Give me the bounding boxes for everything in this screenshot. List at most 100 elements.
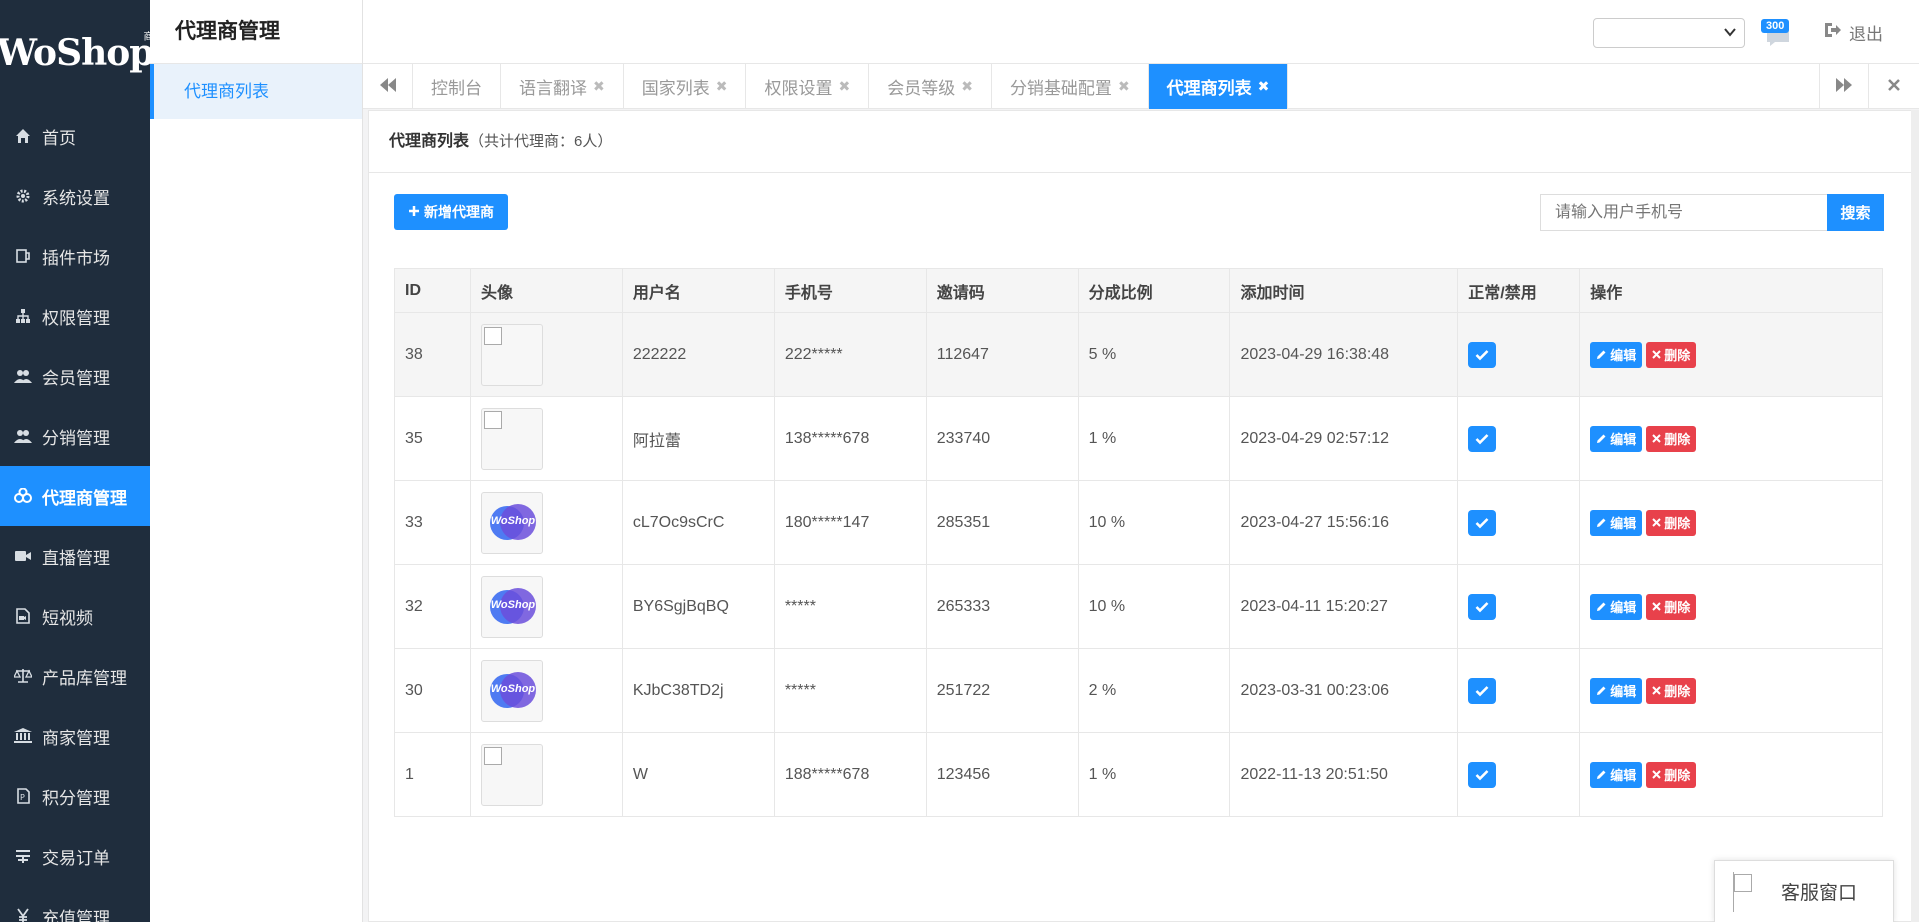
sidebar-item-label: 插件市场 — [42, 248, 110, 268]
delete-button[interactable]: 删除 — [1646, 341, 1697, 368]
sidebar-item-label: 积分管理 — [42, 788, 110, 808]
cell-phone: 138*****678 — [773, 396, 927, 481]
edit-button[interactable]: 编辑 — [1590, 677, 1643, 704]
pencil-icon — [1596, 517, 1607, 528]
tab-close-icon[interactable]: ✖ — [593, 78, 605, 95]
delete-button[interactable]: 删除 — [1646, 425, 1697, 452]
delete-label: 删除 — [1664, 600, 1691, 615]
logo[interactable]: WoShop商城 — [0, 0, 150, 106]
sidebar-item-10[interactable]: 商家管理 — [0, 706, 150, 766]
delete-button[interactable]: 删除 — [1646, 677, 1697, 704]
forward-icon — [1836, 76, 1852, 97]
content-panel: 代理商列表（共计代理商：6人） 新增代理商 搜索 ID头像用户名手机号邀请码分成… — [368, 110, 1913, 922]
tab-scroll-right-button[interactable] — [1819, 64, 1869, 109]
delete-label: 删除 — [1664, 516, 1691, 531]
cell-added-time: 2023-04-27 15:56:16 — [1229, 480, 1459, 565]
tab-4[interactable]: 会员等级 ✖ — [869, 64, 992, 109]
cell-ratio: 2 % — [1077, 648, 1231, 733]
sidebar-item-3[interactable]: 权限管理 — [0, 286, 150, 346]
tab-close-icon[interactable]: ✖ — [716, 78, 728, 95]
sidebar-item-label: 权限管理 — [42, 308, 110, 328]
phone-search-input[interactable] — [1540, 194, 1827, 231]
edit-button[interactable]: 编辑 — [1590, 509, 1643, 536]
sidebar-item-0[interactable]: 首页 — [0, 106, 150, 166]
sidebar-item-12[interactable]: 交易订单 — [0, 826, 150, 886]
tab-1[interactable]: 语言翻译 ✖ — [501, 64, 624, 109]
tab-close-icon[interactable]: ✖ — [961, 78, 973, 95]
sidebar-item-8[interactable]: 短视频 — [0, 586, 150, 646]
tab-close-icon[interactable]: ✖ — [1118, 78, 1130, 95]
status-checkbox[interactable] — [1468, 341, 1497, 368]
sidebar-item-6[interactable]: 代理商管理 — [0, 466, 150, 526]
tab-0[interactable]: 控制台 — [413, 64, 501, 109]
cell-actions: 编辑 删除 — [1579, 564, 1883, 649]
check-icon — [1475, 517, 1489, 529]
language-select[interactable] — [1593, 18, 1745, 48]
cell-status — [1457, 564, 1581, 649]
delete-button[interactable]: 删除 — [1646, 761, 1697, 788]
sidebar-item-11[interactable]: P 积分管理 — [0, 766, 150, 826]
cell-id: 33 — [394, 480, 471, 565]
cell-username: cL7Oc9sCrC — [621, 480, 775, 565]
customer-service-image — [1733, 871, 1761, 912]
column-header: 操作 — [1579, 268, 1883, 313]
status-checkbox[interactable] — [1468, 677, 1497, 704]
delete-button[interactable]: 删除 — [1646, 509, 1697, 536]
logout-label: 退出 — [1849, 25, 1883, 44]
logout-button[interactable]: 退出 — [1823, 20, 1883, 45]
svg-text:P: P — [20, 793, 25, 802]
sidebar-item-9[interactable]: 产品库管理 — [0, 646, 150, 706]
cell-added-time: 2023-03-31 00:23:06 — [1229, 648, 1459, 733]
pencil-icon — [1596, 601, 1607, 612]
status-checkbox[interactable] — [1468, 509, 1497, 536]
tab-close-icon[interactable]: ✖ — [838, 78, 850, 95]
column-header: ID — [394, 268, 471, 313]
tab-6[interactable]: 代理商列表 ✖ — [1148, 64, 1289, 109]
close-tabs-button[interactable] — [1869, 64, 1919, 109]
submenu-item-agent-list[interactable]: 代理商列表 — [150, 64, 362, 119]
cell-status — [1457, 396, 1581, 481]
tab-5[interactable]: 分销基础配置 ✖ — [992, 64, 1149, 109]
status-checkbox[interactable] — [1468, 761, 1497, 788]
sidebar-item-13[interactable]: 充值管理 — [0, 886, 150, 922]
sidebar-item-4[interactable]: 会员管理 — [0, 346, 150, 406]
tab-close-icon[interactable]: ✖ — [1258, 78, 1270, 95]
agent-table: ID 头像 用户名 手机号 邀请码 分成比例 添加时间 正常/禁用 操作 38 222222 222… — [394, 268, 1883, 817]
status-checkbox[interactable] — [1468, 425, 1497, 452]
edit-label: 编辑 — [1610, 768, 1637, 783]
tab-2[interactable]: 国家列表 ✖ — [624, 64, 747, 109]
delete-label: 删除 — [1664, 432, 1691, 447]
logo-text: WoShop商城 — [0, 32, 150, 74]
plus-icon — [408, 204, 420, 220]
cell-ratio: 1 % — [1077, 732, 1231, 817]
tab-scroll-left-button[interactable] — [363, 64, 413, 109]
status-checkbox[interactable] — [1468, 593, 1497, 620]
order-icon — [12, 848, 34, 864]
customer-service-window[interactable]: 客服窗口 — [1714, 860, 1894, 922]
sidebar-item-7[interactable]: 直播管理 — [0, 526, 150, 586]
pencil-icon — [1596, 349, 1607, 360]
delete-button[interactable]: 删除 — [1646, 593, 1697, 620]
tab-bar: 控制台 语言翻译 ✖ 国家列表 ✖ 权限设置 ✖ 会员等级 ✖ 分销基础配置 ✖ 代理商列表 ✖ — [363, 64, 1919, 109]
content-scrollbar[interactable] — [1911, 110, 1919, 922]
add-agent-label: 新增代理商 — [424, 204, 494, 220]
edit-button[interactable]: 编辑 — [1590, 593, 1643, 620]
sidebar-item-5[interactable]: 分销管理 — [0, 406, 150, 466]
top-bar: 300 退出 — [363, 0, 1919, 64]
cell-actions: 编辑 删除 — [1579, 312, 1883, 397]
cell-added-time: 2022-11-13 20:51:50 — [1229, 732, 1459, 817]
add-agent-button[interactable]: 新增代理商 — [394, 194, 508, 230]
agent-count: （共计代理商：6人） — [469, 133, 613, 150]
cell-avatar: WoShop — [469, 480, 623, 565]
cell-status — [1457, 648, 1581, 733]
tab-3[interactable]: 权限设置 ✖ — [746, 64, 870, 109]
search-button[interactable]: 搜索 — [1827, 194, 1884, 231]
tab-label: 国家列表 — [641, 79, 710, 98]
edit-button[interactable]: 编辑 — [1590, 341, 1643, 368]
sidebar-item-2[interactable]: 插件市场 — [0, 226, 150, 286]
submenu: 代理商管理 代理商列表 — [150, 0, 363, 922]
edit-button[interactable]: 编辑 — [1590, 425, 1643, 452]
edit-button[interactable]: 编辑 — [1590, 761, 1643, 788]
sidebar-item-1[interactable]: 系统设置 — [0, 166, 150, 226]
customer-service-label: 客服窗口 — [1781, 883, 1858, 904]
